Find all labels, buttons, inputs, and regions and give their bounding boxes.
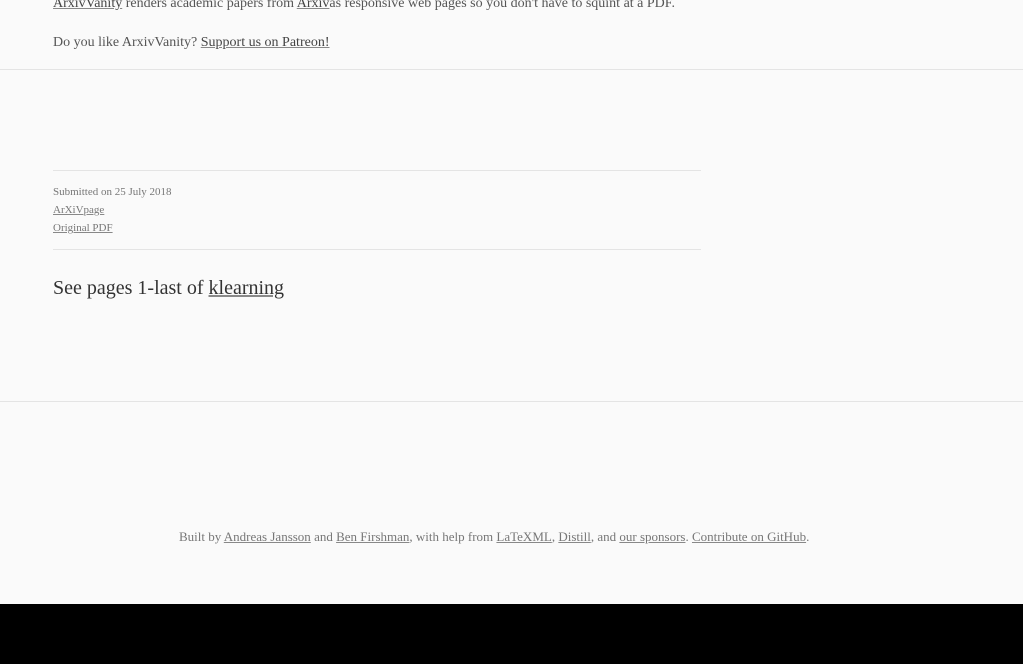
ben-link[interactable]: Ben Firshman xyxy=(336,529,409,544)
title-link[interactable]: klearning xyxy=(209,277,285,299)
arxiv-link[interactable]: Arxiv xyxy=(297,0,330,11)
footer-text: and xyxy=(310,529,337,544)
github-link[interactable]: Contribute on GitHub xyxy=(692,529,806,544)
footer-text: . xyxy=(806,529,810,544)
sponsors-link[interactable]: our sponsors xyxy=(619,529,685,544)
patreon-link[interactable]: Support us on Patreon! xyxy=(201,35,330,50)
paper-metadata: Submitted on 25 July 2018 ArXiVpage Orig… xyxy=(53,170,701,250)
original-pdf-link[interactable]: Original PDF xyxy=(53,222,113,234)
arxiv-vanity-link[interactable]: ArxivVanity xyxy=(53,0,122,11)
andreas-link[interactable]: Andreas Jansson xyxy=(224,529,311,544)
footer-text: , and xyxy=(590,529,620,544)
patreon-question: Do you like ArxivVanity? xyxy=(53,35,201,50)
banner: ArxivVanity renders academic papers from… xyxy=(0,0,1023,70)
footer-text: Built by xyxy=(179,529,224,544)
banner-text-rest: as responsive web pages so you don't hav… xyxy=(329,0,675,11)
arxiv-page-link[interactable]: ArXiVpage xyxy=(53,204,104,216)
banner-intro: ArxivVanity renders academic papers from… xyxy=(53,0,675,12)
page-title: See pages 1-last of klearning xyxy=(53,277,284,300)
footer-text: , with help from xyxy=(409,529,497,544)
title-text: See pages 1-last of xyxy=(53,277,209,299)
latexml-link[interactable]: LaTeXML xyxy=(496,529,551,544)
banner-text: renders academic papers from xyxy=(122,0,297,11)
footer: Built by Andreas Jansson and Ben Firshma… xyxy=(0,401,1023,605)
submitted-date: Submitted on 25 July 2018 xyxy=(53,186,172,198)
bottom-bar xyxy=(0,604,1023,664)
banner-patreon: Do you like ArxivVanity? Support us on P… xyxy=(53,35,329,51)
distill-link[interactable]: Distill xyxy=(558,529,591,544)
